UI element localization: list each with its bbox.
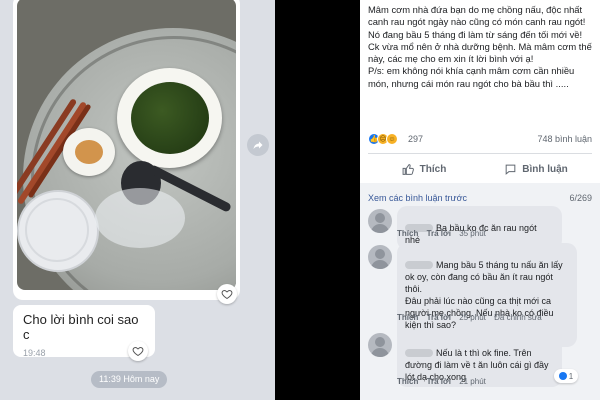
photo-message[interactable] xyxy=(13,0,240,300)
message-text: Cho lời bình coi sao c xyxy=(23,312,139,342)
post-body: Mâm cơm nhà đứa bạn do mẹ chồng nấu, độc… xyxy=(368,4,592,89)
vegetable-soup xyxy=(131,82,209,154)
comment-time: 35 phút xyxy=(459,229,486,238)
comment-reply-link[interactable]: Trả lời xyxy=(427,313,451,322)
message-time: 19:48 xyxy=(23,348,46,358)
comments-progress: 6/269 xyxy=(569,193,592,203)
meal-photo[interactable] xyxy=(17,0,236,290)
thumbs-up-icon xyxy=(402,163,414,175)
comment-time: 21 phút xyxy=(459,377,486,386)
comment-meta: Thích Trả lời 21 phút xyxy=(397,377,492,386)
like-label: Thích xyxy=(419,163,447,175)
haha-face-icon: ☺ xyxy=(386,133,398,145)
heart-react-button[interactable] xyxy=(128,341,148,361)
view-previous-comments-link[interactable]: Xem các bình luận trước xyxy=(368,193,467,203)
post-actions: Thích Bình luận xyxy=(368,155,592,183)
avatar[interactable] xyxy=(368,209,392,233)
reaction-count: 297 xyxy=(408,134,424,144)
heart-react-button[interactable] xyxy=(217,284,237,304)
comment-meta: Thích Trả lời 25 phút Đã chỉnh sửa xyxy=(397,313,548,322)
comments-section: Xem các bình luận trước 6/269 Ba bầu ko … xyxy=(360,183,600,400)
avatar[interactable] xyxy=(368,333,392,357)
comment-reply-link[interactable]: Trả lời xyxy=(427,229,451,238)
comment-like-link[interactable]: Thích xyxy=(397,313,418,322)
share-button[interactable] xyxy=(247,134,269,156)
comment-like-link[interactable]: Thích xyxy=(397,229,418,238)
comment-label: Bình luận xyxy=(522,163,568,175)
comment-meta: Thích Trả lời 35 phút xyxy=(397,229,492,238)
share-icon xyxy=(253,141,263,149)
edited-label: Đã chỉnh sửa xyxy=(494,313,542,322)
comment-reply-link[interactable]: Trả lời xyxy=(427,377,451,386)
comment-button[interactable]: Bình luận xyxy=(480,155,592,183)
commenter-name-redacted[interactable] xyxy=(405,261,433,269)
reaction-summary[interactable]: 👍 ☹ ☺ 297 748 bình luận xyxy=(368,132,592,148)
comment-time: 25 phút xyxy=(459,313,486,322)
comment-text: Mang bầu 5 tháng tu nấu ăn lấy ok oy, cò… xyxy=(405,260,563,342)
comment-icon xyxy=(505,164,516,175)
commenter-name-redacted[interactable] xyxy=(405,349,433,357)
facebook-post: Mâm cơm nhà đứa bạn do mẹ chồng nấu, độc… xyxy=(360,0,600,400)
like-button[interactable]: Thích xyxy=(368,155,480,183)
date-divider: 11:39 Hôm nay xyxy=(91,371,168,388)
comment-reaction-badge[interactable]: 1 xyxy=(554,369,578,383)
divider xyxy=(368,153,592,154)
heart-icon xyxy=(132,346,144,357)
heart-icon xyxy=(221,289,233,300)
comment-count[interactable]: 748 bình luận xyxy=(537,134,592,144)
avatar[interactable] xyxy=(368,245,392,269)
like-icon xyxy=(558,372,567,380)
comment-like-link[interactable]: Thích xyxy=(397,377,418,386)
chat-panel: Cho lời bình coi sao c 19:48 11:39 Hôm n… xyxy=(0,0,275,400)
